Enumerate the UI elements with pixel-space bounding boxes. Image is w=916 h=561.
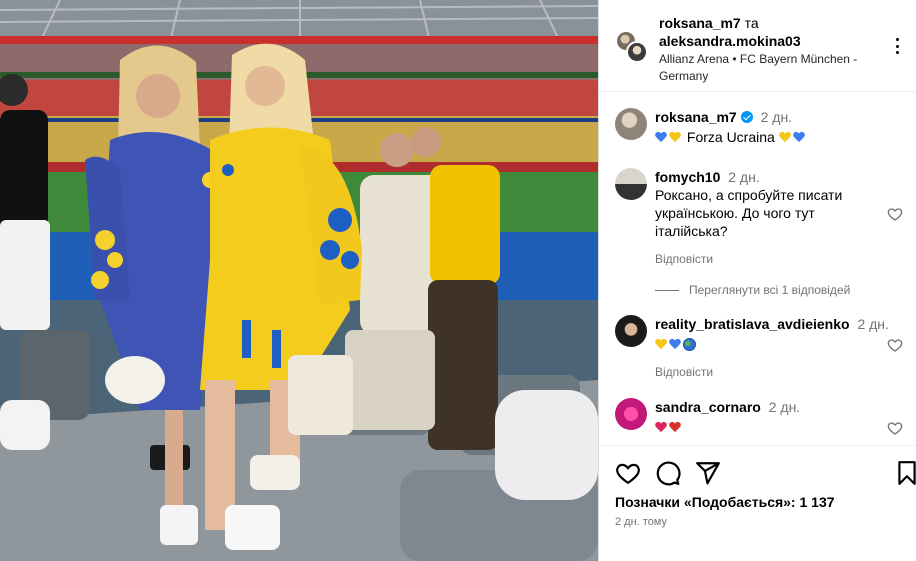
caption-time[interactable]: 2 дн. (761, 109, 792, 125)
comment-user[interactable]: sandra_cornaro (655, 399, 761, 415)
comment-like-heart-icon[interactable] (887, 337, 903, 353)
view-replies-button[interactable]: Переглянути всі 1 відповідей (655, 283, 850, 297)
blue-heart-icon (669, 338, 681, 350)
post-time[interactable]: 2 дн. тому (615, 516, 667, 528)
yellow-heart-icon (779, 131, 791, 143)
verified-badge-icon (740, 111, 753, 123)
more-options-icon[interactable] (889, 38, 905, 54)
comment-body: reality_bratislava_avdieienko 2 дн. Відп… (655, 315, 900, 381)
blue-heart-icon (793, 131, 805, 143)
post-authors: roksana_m7 та aleksandra.mokina03 (659, 14, 869, 50)
red-heart-icon (655, 421, 667, 433)
comment-like-heart-icon[interactable] (887, 206, 903, 222)
avatar[interactable] (615, 168, 647, 200)
comment-time[interactable]: 2 дн. (769, 399, 800, 415)
post-header: roksana_m7 та aleksandra.mokina03 Allian… (599, 0, 916, 92)
yellow-heart-icon (669, 131, 681, 143)
like-heart-icon[interactable] (615, 460, 641, 486)
globe-emoji-icon (683, 338, 696, 351)
post-side-panel: roksana_m7 та aleksandra.mokina03 Allian… (598, 0, 916, 561)
avatar[interactable] (615, 398, 647, 430)
comment-body: fomych10 2 дн. Роксано, а спробуйте писа… (655, 168, 890, 268)
likes-count[interactable]: Позначки «Подобається»: 1 137 (615, 494, 835, 510)
view-replies-label: Переглянути всі 1 відповідей (689, 283, 851, 297)
post-actions-bar: Позначки «Подобається»: 1 137 2 дн. тому (599, 445, 916, 561)
save-bookmark-icon[interactable] (894, 460, 916, 486)
avatar[interactable] (615, 315, 647, 347)
author-2-link[interactable]: aleksandra.mokina03 (659, 33, 801, 49)
caption-text: Forza Ucraina (686, 129, 775, 145)
avatar[interactable] (615, 108, 647, 140)
reply-button[interactable]: Відповісти (655, 250, 890, 268)
comment-text: Роксано, а спробуйте писати українською.… (655, 187, 843, 239)
comment-icon[interactable] (655, 460, 681, 486)
divider-line (655, 289, 679, 291)
caption-body: roksana_m7 2 дн. Forza Ucraina (655, 108, 890, 146)
comments-list: roksana_m7 2 дн. Forza Ucraina fomych10 … (599, 92, 916, 445)
authors-joiner: та (744, 15, 759, 31)
comment-like-heart-icon[interactable] (887, 420, 903, 436)
caption-user[interactable]: roksana_m7 (655, 109, 737, 125)
rose-emoji-icon (669, 421, 681, 433)
post-photo[interactable] (0, 0, 598, 561)
comment-emoji-line (655, 418, 890, 436)
comment-time[interactable]: 2 дн. (728, 169, 759, 185)
comment-emoji-line (655, 335, 900, 353)
comment-user[interactable]: reality_bratislava_avdieienko (655, 316, 850, 332)
yellow-heart-icon (655, 338, 667, 350)
post-header-text: roksana_m7 та aleksandra.mokina03 Allian… (659, 14, 869, 85)
caption-text-line: Forza Ucraina (655, 128, 890, 146)
author-1-link[interactable]: roksana_m7 (659, 15, 741, 31)
comment-time[interactable]: 2 дн. (857, 316, 888, 332)
collab-avatars[interactable] (615, 30, 649, 64)
share-icon[interactable] (695, 460, 721, 486)
comment-body: sandra_cornaro 2 дн. (655, 398, 890, 436)
location-link[interactable]: Allianz Arena • FC Bayern München - Germ… (659, 51, 869, 85)
stadium-photo-illustration (0, 0, 598, 561)
blue-heart-icon (655, 131, 667, 143)
reply-button[interactable]: Відповісти (655, 363, 900, 381)
comment-user[interactable]: fomych10 (655, 169, 720, 185)
avatar-author-2[interactable] (626, 41, 648, 63)
